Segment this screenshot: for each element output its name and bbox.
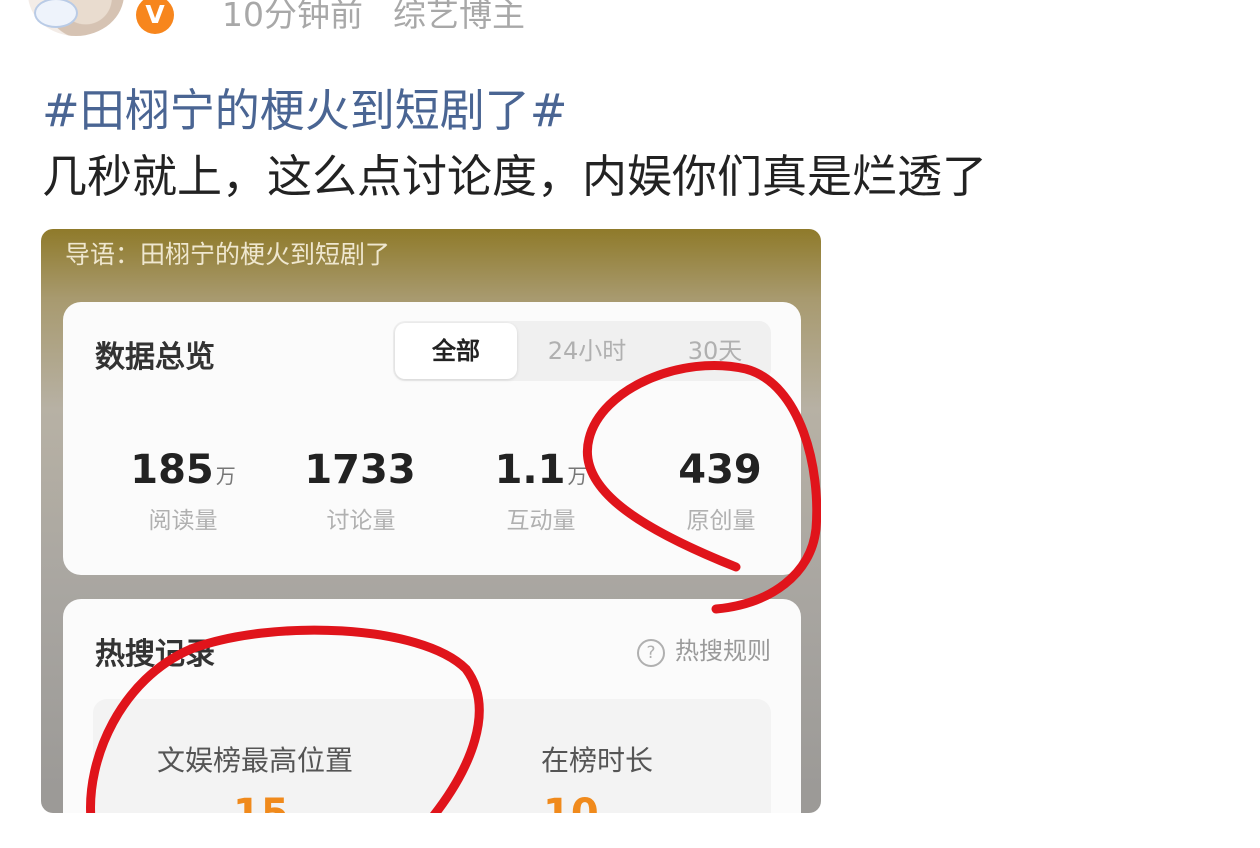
hot-search-record-card: 热搜记录 ? 热搜规则 文娱榜最高位置 在榜时长 15 10 [63,599,801,813]
hot-search-rules-link[interactable]: ? 热搜规则 [637,631,771,667]
avatar[interactable] [28,0,124,36]
duration-value: 10 [543,791,599,813]
tab-24h[interactable]: 24小时 [527,321,647,381]
post-source: 综艺博主 [393,0,525,34]
tab-all[interactable]: 全部 [395,323,517,379]
hot-search-title: 热搜记录 [95,637,215,672]
data-overview-card: 数据总览 全部 24小时 30天 185 万 阅读量 1733 讨论量 1.1 万 … [63,302,801,575]
verified-badge-icon: V [136,0,174,34]
stat-originals: 439 原创量 [631,447,811,535]
question-circle-icon: ? [637,639,665,667]
stat-reads: 185 万 阅读量 [93,447,273,535]
post-time: 10分钟前 [222,0,363,34]
stat-label: 原创量 [686,508,756,534]
embedded-screenshot-image[interactable]: 导语：田栩宁的梗火到短剧了 数据总览 全部 24小时 30天 185 万 阅读量 … [41,229,821,813]
stat-label: 阅读量 [148,508,218,534]
stat-label: 互动量 [506,508,576,534]
stat-label: 讨论量 [326,508,396,534]
stat-value: 439 [678,447,762,493]
stat-value: 1.1 [494,447,566,493]
time-range-tabs: 全部 24小时 30天 [393,321,771,381]
best-position-value: 15 [233,791,289,813]
stat-value: 1733 [304,447,416,493]
stat-discussions: 1733 讨论量 [271,447,451,535]
tab-30d[interactable]: 30天 [655,321,775,381]
stat-unit: 万 [567,464,588,488]
ranking-summary: 文娱榜最高位置 在榜时长 15 10 [93,699,771,813]
post-body-text: 几秒就上，这么点讨论度，内娱你们真是烂透了 [42,150,988,203]
guide-text: 导语：田栩宁的梗火到短剧了 [65,240,391,269]
stat-interactions: 1.1 万 互动量 [451,447,631,535]
overview-title: 数据总览 [95,340,215,375]
post-meta: 10分钟前 综艺博主 [222,0,525,36]
duration-label: 在榜时长 [541,744,654,777]
rules-label: 热搜规则 [675,637,771,665]
best-position-label: 文娱榜最高位置 [157,744,354,777]
topic-hashtag-link[interactable]: #田栩宁的梗火到短剧了# [42,74,567,139]
stat-value: 185 [130,447,214,493]
avatar-decoration [34,0,78,28]
stat-unit: 万 [215,464,236,488]
